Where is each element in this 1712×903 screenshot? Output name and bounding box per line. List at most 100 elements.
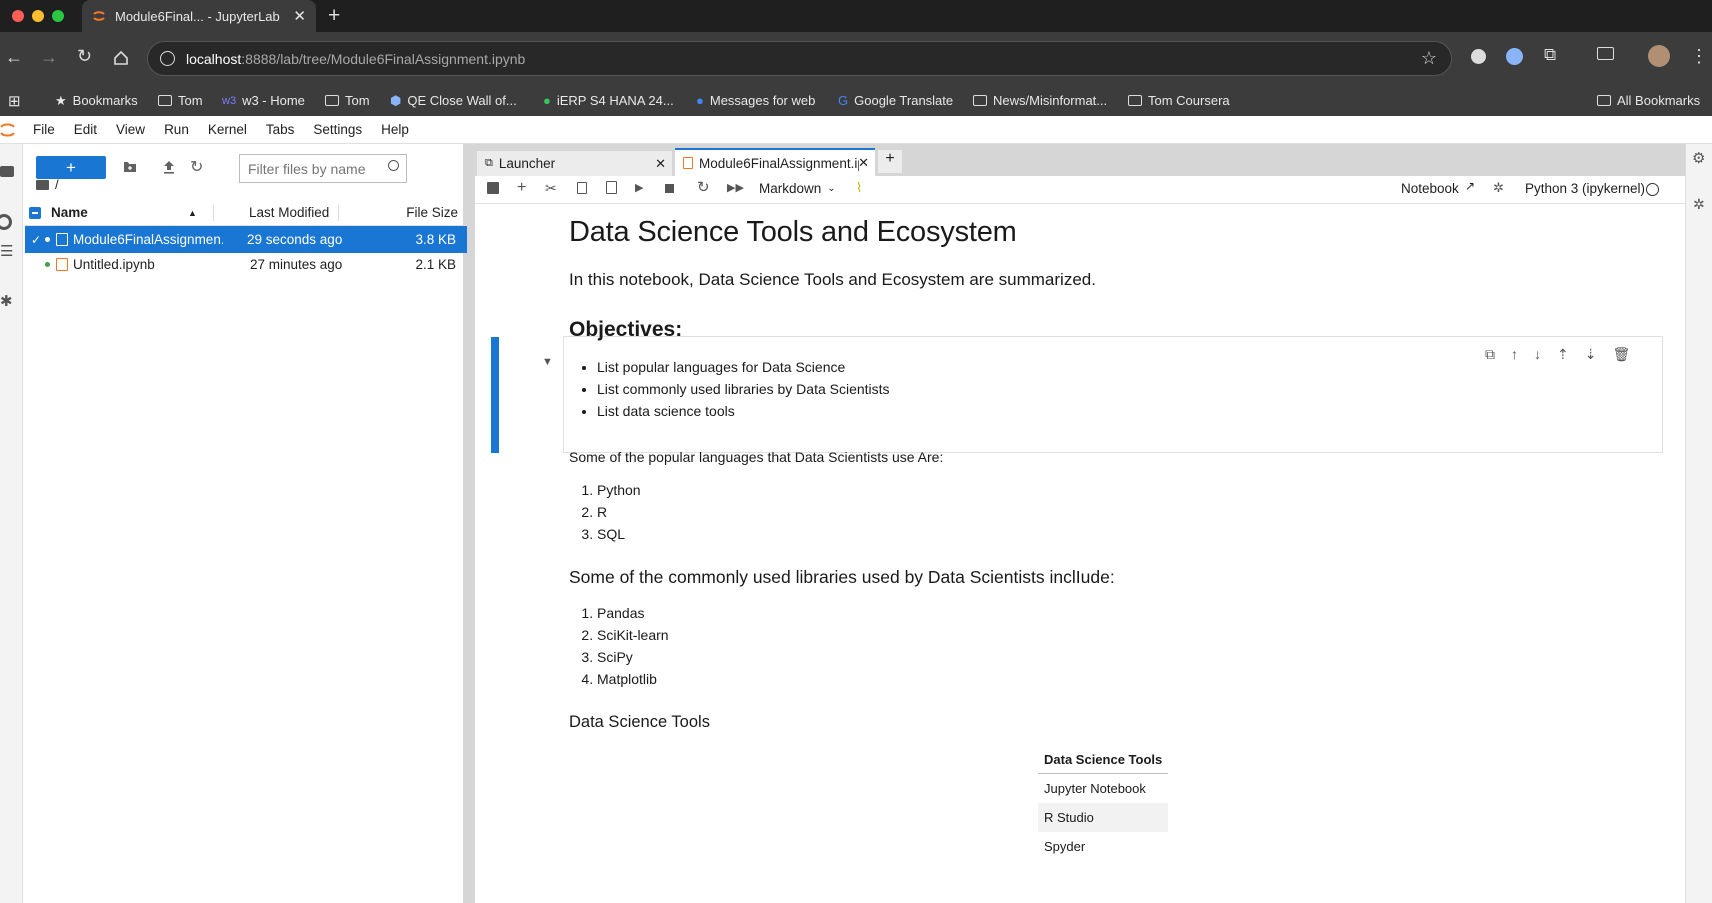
- apps-grid-icon[interactable]: ⊞: [8, 85, 21, 116]
- tab-launcher[interactable]: ⧉ Launcher ✕: [477, 151, 672, 176]
- column-size-header[interactable]: File Size: [406, 205, 458, 220]
- messages-icon: ●: [696, 93, 704, 108]
- all-bookmarks-folder[interactable]: All Bookmarks: [1597, 85, 1700, 116]
- minimize-window-button[interactable]: [32, 10, 44, 22]
- home-icon[interactable]: [113, 50, 129, 66]
- new-folder-icon[interactable]: [123, 161, 137, 173]
- extension-icon-1[interactable]: [1471, 49, 1486, 64]
- table-of-contents-icon[interactable]: ☰: [0, 242, 13, 260]
- notebook-tab-icon: [683, 157, 693, 169]
- table-header: Data Science Tools: [1038, 746, 1169, 774]
- bookmark-item-w3[interactable]: w3 w3 - Home: [222, 85, 305, 116]
- file-size: 3.8 KB: [415, 232, 456, 247]
- bookmark-folder-coursera[interactable]: Tom Coursera: [1128, 85, 1230, 116]
- file-name: Untitled.ipynb: [73, 257, 155, 272]
- back-icon[interactable]: ←: [5, 47, 23, 68]
- reload-icon[interactable]: ↻: [77, 46, 92, 67]
- run-all-icon[interactable]: ▶▶: [727, 181, 744, 194]
- file-browser-folder-icon[interactable]: [0, 166, 14, 177]
- close-tab-icon[interactable]: ✕: [858, 155, 869, 171]
- debugger-icon[interactable]: ✲: [1693, 196, 1705, 213]
- bookmark-star-icon[interactable]: ☆: [1421, 48, 1437, 69]
- save-icon[interactable]: [487, 182, 499, 194]
- extensions-puzzle-icon[interactable]: ⧉: [1544, 45, 1556, 65]
- menu-edit[interactable]: Edit: [74, 122, 97, 137]
- bookmark-folder-news[interactable]: News/Misinformat...: [973, 85, 1107, 116]
- upload-icon[interactable]: [163, 160, 175, 174]
- kernel-name[interactable]: Python 3 (ipykernel): [1525, 181, 1645, 196]
- cast-icon[interactable]: [1597, 47, 1614, 60]
- column-divider: [338, 205, 339, 221]
- debugger-bug-icon[interactable]: ✲: [1493, 180, 1504, 196]
- tab-notebook[interactable]: Module6FinalAssignment.ip ✕: [675, 148, 875, 176]
- column-modified-header[interactable]: Last Modified: [249, 205, 329, 220]
- checkmark-icon[interactable]: ✓: [31, 233, 41, 247]
- home-folder-icon[interactable]: [36, 179, 49, 190]
- bookmark-folder-tom-2[interactable]: Tom: [325, 85, 370, 116]
- notebook-file-icon: [56, 233, 68, 246]
- nbextension-chart-icon[interactable]: ⌇: [856, 180, 862, 196]
- tab-launcher-label: Launcher: [498, 156, 556, 171]
- menu-run[interactable]: Run: [164, 122, 189, 137]
- file-row[interactable]: Untitled.ipynb 27 minutes ago 2.1 KB: [25, 251, 468, 278]
- forward-icon[interactable]: →: [40, 47, 58, 68]
- bookmark-item-bookmarks[interactable]: ★ Bookmarks: [55, 85, 138, 116]
- select-all-checkbox[interactable]: [29, 207, 41, 219]
- close-tab-icon[interactable]: ✕: [655, 156, 666, 172]
- paste-icon[interactable]: [606, 181, 617, 194]
- panel-splitter[interactable]: [467, 144, 475, 903]
- insert-cell-icon[interactable]: +: [517, 179, 526, 197]
- browser-menu-icon[interactable]: ⋮: [1690, 46, 1708, 67]
- extension-icon-2[interactable]: [1506, 48, 1523, 65]
- running-kernels-icon[interactable]: [0, 214, 12, 230]
- breadcrumb-root[interactable]: /: [55, 177, 59, 192]
- collapse-heading-icon[interactable]: ▼: [542, 356, 553, 368]
- cut-icon[interactable]: ✂: [545, 180, 557, 197]
- restart-icon[interactable]: ↻: [697, 178, 710, 196]
- menu-file[interactable]: File: [33, 122, 55, 137]
- file-row-selected[interactable]: ✓ Module6FinalAssignmen... 29 seconds ag…: [25, 226, 468, 253]
- list-item: Python: [597, 479, 1685, 501]
- profile-avatar[interactable]: [1648, 45, 1670, 67]
- maximize-window-button[interactable]: [52, 10, 64, 22]
- list-item: Matplotlib: [597, 668, 1685, 690]
- new-launcher-button[interactable]: +: [36, 156, 106, 179]
- bookmark-item-messages[interactable]: ● Messages for web: [696, 85, 815, 116]
- menu-help[interactable]: Help: [381, 122, 409, 137]
- intro-paragraph: In this notebook, Data Science Tools and…: [569, 270, 1096, 289]
- site-info-icon[interactable]: [160, 51, 175, 66]
- browser-tab[interactable]: Module6Final... - JupyterLab ✕: [82, 0, 316, 32]
- column-name-header[interactable]: Name: [51, 205, 88, 220]
- extension-manager-icon[interactable]: ✱: [0, 292, 13, 310]
- libraries-heading: Some of the commonly used libraries used…: [569, 567, 1115, 587]
- new-tab-button[interactable]: +: [328, 4, 340, 28]
- table-row: Jupyter Notebook: [1038, 774, 1168, 803]
- notebook-scroll-area: ▼ ⧉ ↑ ↓ ⇡ ⇣ 🗑 Data Science Tools and Eco…: [475, 204, 1685, 903]
- notebook-file-icon: [56, 258, 68, 271]
- menu-settings[interactable]: Settings: [313, 122, 362, 137]
- active-cell-indicator: [491, 337, 499, 453]
- menu-kernel[interactable]: Kernel: [208, 122, 247, 137]
- cell-type-dropdown[interactable]: Markdown ⌄: [759, 181, 836, 196]
- stop-icon[interactable]: [665, 184, 674, 193]
- notebook-mode-label[interactable]: Notebook: [1401, 181, 1459, 196]
- menu-tabs[interactable]: Tabs: [266, 122, 295, 137]
- property-inspector-icon[interactable]: ⚙: [1692, 149, 1705, 167]
- bookmark-item-qe[interactable]: ⬢ QE Close Wall of...: [390, 85, 517, 116]
- open-external-icon[interactable]: ↗: [1465, 179, 1475, 193]
- filter-files-input[interactable]: [248, 160, 378, 177]
- address-bar[interactable]: localhost :8888/lab/tree/Module6FinalAss…: [147, 41, 1452, 76]
- menu-view[interactable]: View: [116, 122, 145, 137]
- filter-input[interactable]: [239, 154, 407, 183]
- new-tab-plus-button[interactable]: +: [878, 150, 902, 173]
- close-tab-icon[interactable]: ✕: [293, 7, 306, 25]
- run-icon[interactable]: ▶: [635, 181, 643, 194]
- bookmark-item-ierp[interactable]: ● iERP S4 HANA 24...: [543, 85, 674, 116]
- list-item: SQL: [597, 523, 1685, 545]
- close-window-button[interactable]: [12, 10, 24, 22]
- bookmark-item-translate[interactable]: G Google Translate: [838, 85, 953, 116]
- copy-icon[interactable]: [577, 182, 587, 194]
- objectives-cell[interactable]: Objectives: List popular languages for D…: [569, 307, 1685, 422]
- refresh-icon[interactable]: ↻: [190, 157, 203, 177]
- bookmark-folder-tom[interactable]: Tom: [158, 85, 203, 116]
